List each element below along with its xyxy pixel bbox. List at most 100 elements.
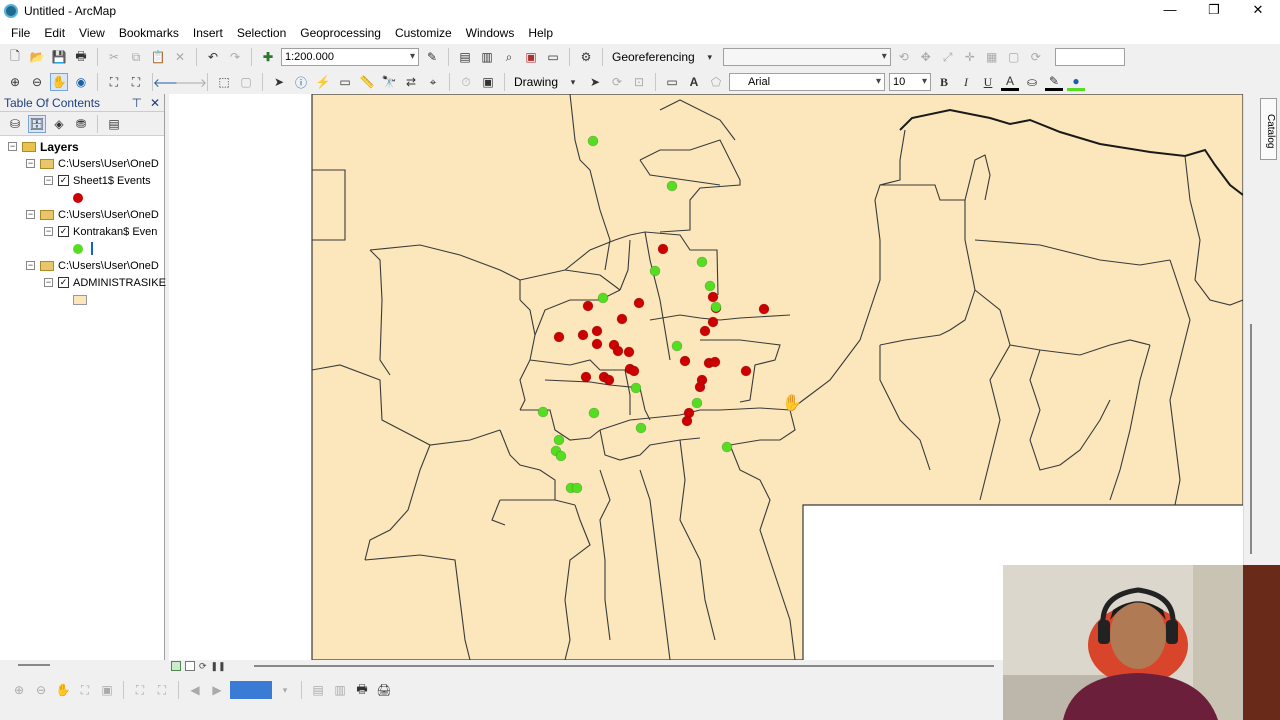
red-event-point[interactable] — [694, 381, 706, 393]
red-event-point[interactable] — [679, 355, 691, 367]
collapse-icon[interactable]: − — [8, 142, 17, 151]
layer-visibility-checkbox[interactable]: ✓ — [58, 277, 69, 288]
red-event-point[interactable] — [758, 303, 770, 315]
green-event-point[interactable] — [691, 397, 703, 409]
menu-insert[interactable]: Insert — [186, 26, 230, 40]
menu-file[interactable]: File — [4, 26, 37, 40]
menu-geoprocessing[interactable]: Geoprocessing — [293, 26, 388, 40]
layer-visibility-checkbox[interactable]: ✓ — [58, 226, 69, 237]
pause-drawing-icon[interactable]: ❚❚ — [211, 661, 226, 672]
red-event-point[interactable] — [699, 325, 711, 337]
red-event-point[interactable] — [707, 291, 719, 303]
drawing-menu[interactable]: Drawing — [512, 75, 560, 89]
zoom-out-disabled-icon[interactable]: ⊖ — [32, 681, 50, 699]
pan-disabled-icon[interactable]: ✋ — [54, 681, 72, 699]
rotate-icon[interactable]: ⟲ — [895, 48, 913, 66]
red-event-point[interactable] — [612, 345, 624, 357]
red-event-point[interactable] — [582, 300, 594, 312]
red-event-point[interactable] — [580, 371, 592, 383]
rectangle-icon[interactable]: ▭ — [663, 73, 681, 91]
collapse-icon[interactable]: − — [44, 227, 53, 236]
table-of-contents-icon[interactable]: ▤ — [456, 48, 474, 66]
refresh-icon[interactable]: ⟳ — [199, 661, 207, 672]
rotate-element-icon[interactable]: ⟳ — [608, 73, 626, 91]
data-view-icon[interactable] — [171, 661, 181, 671]
layout-view-toggle-icon[interactable] — [185, 661, 195, 671]
python-window-icon[interactable]: ▭ — [544, 48, 562, 66]
zoom-percent-dropdown-icon[interactable]: ▾ — [276, 681, 294, 699]
zoom-in-disabled-icon[interactable]: ⊕ — [10, 681, 28, 699]
zoom-out-icon[interactable]: ⊖ — [28, 73, 46, 91]
html-popup-icon[interactable]: ▭ — [336, 73, 354, 91]
zoom-100-icon[interactable]: ▣ — [98, 681, 116, 699]
time-slider-icon[interactable]: ⏱ — [457, 73, 475, 91]
add-control-points-icon[interactable]: ✛ — [961, 48, 979, 66]
zoom-percent-field[interactable] — [230, 681, 272, 699]
map-horizontal-scrollbar[interactable] — [253, 665, 994, 667]
layer-visibility-checkbox[interactable]: ✓ — [58, 175, 69, 186]
list-by-drawing-order-icon[interactable]: ⛁ — [6, 115, 24, 133]
green-event-point[interactable] — [588, 407, 600, 419]
font-size-combo[interactable]: 10 — [889, 73, 932, 91]
select-features-icon[interactable]: ⬚ — [215, 73, 233, 91]
catalog-window-icon[interactable]: ▥ — [478, 48, 496, 66]
green-event-point[interactable] — [555, 450, 567, 462]
green-event-point[interactable] — [666, 180, 678, 192]
data-driven-pages-icon[interactable]: 🖨 — [375, 681, 393, 699]
font-name-combo[interactable]: Arial — [729, 73, 886, 91]
collapse-icon[interactable]: − — [44, 278, 53, 287]
drawing-dropdown-icon[interactable]: ▾ — [564, 73, 582, 91]
search-window-icon[interactable]: ⌕ — [500, 48, 518, 66]
menu-windows[interactable]: Windows — [459, 26, 522, 40]
layers-root[interactable]: − Layers — [8, 138, 79, 155]
menu-edit[interactable]: Edit — [37, 26, 72, 40]
go-to-xy-icon[interactable]: ⌖ — [424, 73, 442, 91]
green-event-point[interactable] — [635, 422, 647, 434]
georeferencing-menu[interactable]: Georeferencing — [610, 50, 697, 64]
hyperlink-icon[interactable]: ⚡ — [314, 73, 332, 91]
fill-color-icon[interactable]: ⛀ — [1023, 73, 1041, 91]
menu-view[interactable]: View — [72, 26, 112, 40]
model-builder-icon[interactable]: ⚙ — [577, 48, 595, 66]
full-extent-icon[interactable]: ◉ — [72, 73, 90, 91]
back-disabled-icon[interactable]: ◀ — [186, 681, 204, 699]
change-layout-icon[interactable]: 🖶 — [353, 681, 371, 699]
redo-icon[interactable]: ↷ — [226, 48, 244, 66]
green-event-point[interactable] — [721, 441, 733, 453]
zoom-whole-page-icon[interactable]: ⛶ — [76, 681, 94, 699]
font-color-button[interactable]: A — [1001, 73, 1020, 91]
red-event-point[interactable] — [616, 313, 628, 325]
options-icon[interactable]: ▤ — [105, 115, 123, 133]
bold-button[interactable]: B — [935, 73, 953, 91]
line-color-icon[interactable]: ✎ — [1045, 73, 1064, 91]
new-text-icon[interactable]: A — [685, 73, 703, 91]
arctoolbox-icon[interactable]: ▣ — [522, 48, 540, 66]
georeferencing-layer-combo[interactable] — [722, 48, 891, 66]
select-elements-icon[interactable]: ➤ — [270, 73, 288, 91]
paste-icon[interactable]: 📋 — [149, 48, 167, 66]
collapse-icon[interactable]: − — [26, 261, 35, 270]
auto-registration-icon[interactable]: ⟳ — [1027, 48, 1045, 66]
source-folder-2[interactable]: − C:\Users\User\OneD — [26, 206, 159, 223]
red-event-point[interactable] — [740, 365, 752, 377]
forward-disabled-icon[interactable]: ▶ — [208, 681, 226, 699]
georeferencing-dropdown-icon[interactable]: ▾ — [701, 48, 719, 66]
underline-button[interactable]: U — [979, 73, 997, 91]
editor-toolbar-icon[interactable]: ✎ — [423, 48, 441, 66]
red-event-point[interactable] — [591, 338, 603, 350]
green-event-point[interactable] — [553, 434, 565, 446]
green-event-point[interactable] — [696, 256, 708, 268]
toc-close-icon[interactable]: ✕ — [150, 96, 160, 110]
red-event-point[interactable] — [709, 356, 721, 368]
georef-input-field[interactable] — [1054, 48, 1125, 66]
green-event-point[interactable] — [649, 265, 661, 277]
delete-icon[interactable]: ✕ — [171, 48, 189, 66]
identify-icon[interactable]: ⓘ — [292, 73, 310, 91]
fixed-zoom-out-icon[interactable]: ⛶ — [127, 73, 145, 91]
red-event-point[interactable] — [553, 331, 565, 343]
shift-icon[interactable]: ✥ — [917, 48, 935, 66]
forward-extent-icon[interactable]: 🡒 — [175, 73, 207, 91]
list-by-selection-icon[interactable]: ⛃ — [72, 115, 90, 133]
toggle-draft-mode-icon[interactable]: ▤ — [309, 681, 327, 699]
scrollbar-thumb[interactable] — [1250, 324, 1252, 554]
